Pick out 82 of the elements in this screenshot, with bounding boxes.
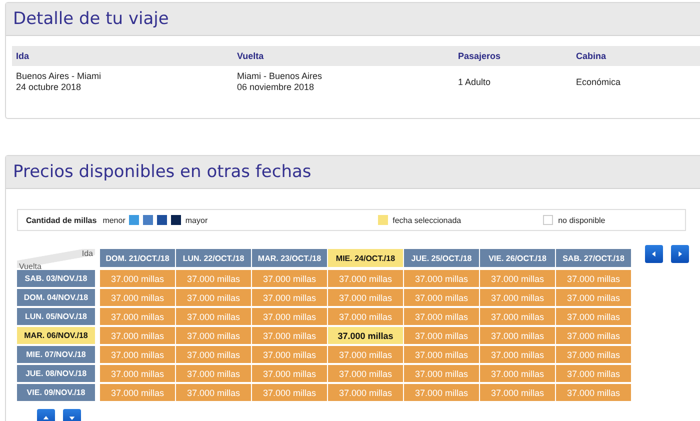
- price-cell[interactable]: 37.000 millas: [480, 365, 555, 382]
- price-cell[interactable]: 37.000 millas: [252, 365, 327, 382]
- corner-label: Ida: [82, 249, 93, 258]
- price-cell[interactable]: 37.000 millas: [404, 365, 479, 382]
- price-cell[interactable]: 37.000 millas: [100, 346, 175, 363]
- price-cell[interactable]: 37.000 millas: [556, 289, 631, 306]
- date-row-header[interactable]: MAR. 06/NOV./18: [17, 327, 95, 344]
- price-cell[interactable]: 37.000 millas: [556, 365, 631, 382]
- column-header: Cabina: [572, 46, 700, 66]
- date-row-header[interactable]: JUE. 08/NOV./18: [17, 365, 95, 382]
- price-cell[interactable]: 37.000 millas: [100, 327, 175, 344]
- price-cell[interactable]: 37.000 millas: [480, 327, 555, 344]
- trip-detail: Miami - Buenos Aires: [237, 71, 324, 82]
- trip-detail: Económica: [576, 76, 622, 88]
- price-cell[interactable]: 37.000 millas: [252, 384, 327, 401]
- price-cell[interactable]: 37.000 millas: [480, 289, 555, 306]
- price-cell[interactable]: 37.000 millas: [480, 346, 555, 363]
- price-cell[interactable]: 37.000 millas: [556, 270, 631, 287]
- date-column-header[interactable]: MAR. 23/OCT./18: [252, 249, 327, 267]
- date-row-header[interactable]: DOM. 04/NOV./18: [17, 289, 95, 306]
- trip-detail: 24 octubre 2018: [16, 82, 82, 93]
- column-header: Vuelta: [233, 46, 454, 66]
- price-cell[interactable]: 37.000 millas: [328, 308, 403, 325]
- price-cell[interactable]: 37.000 millas: [404, 308, 479, 325]
- price-cell[interactable]: 37.000 millas: [252, 308, 327, 325]
- date-column-header[interactable]: MIE. 24/OCT./18: [328, 249, 403, 267]
- date-row-header[interactable]: LUN. 05/NOV./18: [17, 308, 95, 325]
- date-column-header[interactable]: JUE. 25/OCT./18: [404, 249, 479, 267]
- price-cell[interactable]: 37.000 millas: [100, 308, 175, 325]
- price-cell[interactable]: 37.000 millas: [100, 384, 175, 401]
- price-cell[interactable]: 37.000 millas: [252, 327, 327, 344]
- price-cell[interactable]: 37.000 millas: [176, 384, 251, 401]
- trip-detail: 06 noviembre 2018: [237, 82, 316, 93]
- price-cell[interactable]: 37.000 millas: [100, 289, 175, 306]
- price-cell[interactable]: 37.000 millas: [480, 308, 555, 325]
- price-cell[interactable]: 37.000 millas: [404, 270, 479, 287]
- date-row-header[interactable]: VIE. 09/NOV./18: [17, 384, 95, 401]
- legend-unavailable-label: no disponible: [558, 216, 606, 224]
- price-cell[interactable]: 37.000 millas: [176, 270, 251, 287]
- legend-low-label: menor: [102, 216, 126, 224]
- price-cell[interactable]: 37.000 millas: [100, 270, 175, 287]
- price-cell[interactable]: 37.000 millas: [556, 384, 631, 401]
- price-cell[interactable]: 37.000 millas: [328, 289, 403, 306]
- price-cell[interactable]: 37.000 millas: [252, 289, 327, 306]
- date-row-header[interactable]: MIE. 07/NOV./18: [17, 346, 95, 363]
- price-cell[interactable]: 37.000 millas: [480, 270, 555, 287]
- date-column-header[interactable]: SAB. 27/OCT./18: [556, 249, 631, 267]
- price-cell[interactable]: 37.000 millas: [176, 308, 251, 325]
- price-cell[interactable]: 37.000 millas: [328, 270, 403, 287]
- date-column-header[interactable]: DOM. 21/OCT./18: [100, 249, 175, 267]
- price-cell[interactable]: 37.000 millas: [328, 346, 403, 363]
- price-cell[interactable]: 37.000 millas: [100, 365, 175, 382]
- price-cell[interactable]: 37.000 millas: [176, 327, 251, 344]
- price-cell[interactable]: 37.000 millas: [328, 327, 403, 344]
- price-cell[interactable]: 37.000 millas: [404, 346, 479, 363]
- date-column-header[interactable]: LUN. 22/OCT./18: [176, 249, 251, 267]
- price-cell[interactable]: 37.000 millas: [176, 346, 251, 363]
- price-cell[interactable]: 37.000 millas: [176, 365, 251, 382]
- section-title: Detalle de tu viaje: [13, 9, 169, 29]
- price-cell[interactable]: 37.000 millas: [556, 327, 631, 344]
- date-column-header[interactable]: VIE. 26/OCT./18: [480, 249, 555, 267]
- price-cell[interactable]: 37.000 millas: [176, 289, 251, 306]
- trip-detail: Buenos Aires - Miami: [16, 71, 102, 82]
- legend-high-label: mayor: [185, 216, 208, 224]
- date-row-header[interactable]: SAB. 03/NOV./18: [17, 270, 95, 287]
- price-cell[interactable]: 37.000 millas: [252, 270, 327, 287]
- legend-label: Cantidad de millas: [26, 216, 97, 224]
- price-cell[interactable]: 37.000 millas: [404, 384, 479, 401]
- column-header: Ida: [12, 46, 233, 66]
- price-cell[interactable]: 37.000 millas: [328, 365, 403, 382]
- price-cell[interactable]: 37.000 millas: [556, 346, 631, 363]
- price-cell[interactable]: 37.000 millas: [480, 384, 555, 401]
- price-cell[interactable]: 37.000 millas: [404, 289, 479, 306]
- price-cell[interactable]: 37.000 millas: [556, 308, 631, 325]
- section-title: Precios disponibles en otras fechas: [13, 162, 312, 182]
- corner-label: Vuelta: [19, 262, 42, 271]
- legend-selected-label: fecha seleccionada: [392, 216, 462, 224]
- price-cell[interactable]: 37.000 millas: [252, 346, 327, 363]
- column-header: Pasajeros: [454, 46, 572, 66]
- price-cell[interactable]: 37.000 millas: [404, 327, 479, 344]
- trip-detail: 1 Adulto: [458, 76, 492, 88]
- price-cell[interactable]: 37.000 millas: [328, 384, 403, 401]
